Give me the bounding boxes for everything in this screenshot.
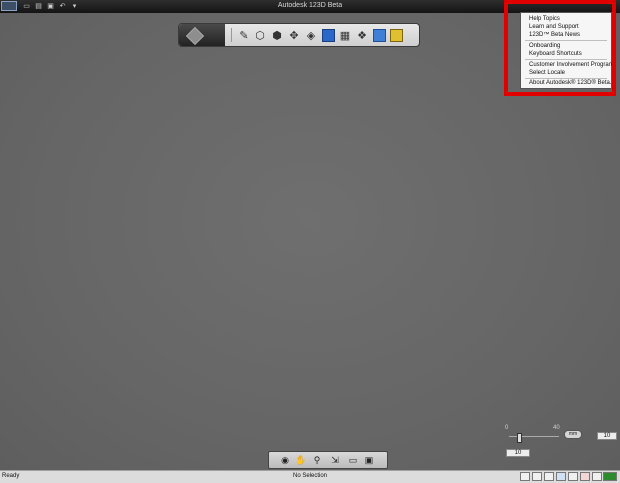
primitives-cube-icon[interactable]: ⬡ bbox=[253, 28, 267, 42]
main-toolbar: ✎ ⬡ ⬢ ✥ ◈ ▦ ❖ bbox=[178, 23, 420, 47]
fit-view-icon[interactable]: ⇲ bbox=[329, 455, 341, 466]
pan-icon[interactable]: ✋ bbox=[295, 455, 307, 466]
grid-spacing-field[interactable]: 10 bbox=[506, 449, 530, 457]
modify-icon[interactable]: ✥ bbox=[287, 28, 301, 42]
combine-icon[interactable]: ▦ bbox=[338, 28, 352, 42]
home-cube-icon[interactable] bbox=[185, 26, 205, 46]
pattern-icon[interactable]: ◈ bbox=[304, 28, 318, 42]
snap-toggle-icon[interactable] bbox=[544, 472, 554, 481]
panel-icon[interactable] bbox=[592, 472, 602, 481]
layout-icon[interactable] bbox=[568, 472, 578, 481]
navigation-bar: ◉ ✋ ⚲ ⇲ ▭ ▣ bbox=[268, 451, 388, 469]
toolbar-separator bbox=[231, 28, 232, 42]
status-bar: Ready No Selection bbox=[0, 470, 620, 483]
view-toggle-icon[interactable] bbox=[520, 472, 530, 481]
views-icon[interactable]: ▭ bbox=[347, 455, 359, 466]
grid-max-label: 40 bbox=[553, 425, 560, 431]
zoom-icon[interactable]: ⚲ bbox=[311, 455, 323, 466]
grid-slider-knob[interactable] bbox=[517, 433, 522, 443]
sketch-pencil-icon[interactable]: ✎ bbox=[237, 28, 251, 42]
toolbar-home-section[interactable] bbox=[179, 24, 225, 46]
material-icon[interactable] bbox=[389, 28, 403, 42]
no-entry-icon[interactable] bbox=[580, 472, 590, 481]
red-highlight-box bbox=[504, 0, 616, 96]
grid-toggle-icon[interactable] bbox=[532, 472, 542, 481]
unit-button[interactable]: mm bbox=[564, 430, 582, 439]
performance-icon[interactable] bbox=[603, 472, 617, 481]
visual-style-icon[interactable]: ▣ bbox=[363, 455, 375, 466]
grouping-icon[interactable] bbox=[321, 28, 335, 42]
construct-icon[interactable]: ⬢ bbox=[270, 28, 284, 42]
display-mode-icon[interactable] bbox=[556, 472, 566, 481]
text-icon[interactable] bbox=[372, 28, 386, 42]
grid-min-label: 0 bbox=[505, 425, 509, 431]
orbit-icon[interactable]: ◉ bbox=[279, 455, 291, 466]
grid-size-field[interactable]: 10 bbox=[597, 432, 617, 440]
measure-icon[interactable]: ❖ bbox=[355, 28, 369, 42]
